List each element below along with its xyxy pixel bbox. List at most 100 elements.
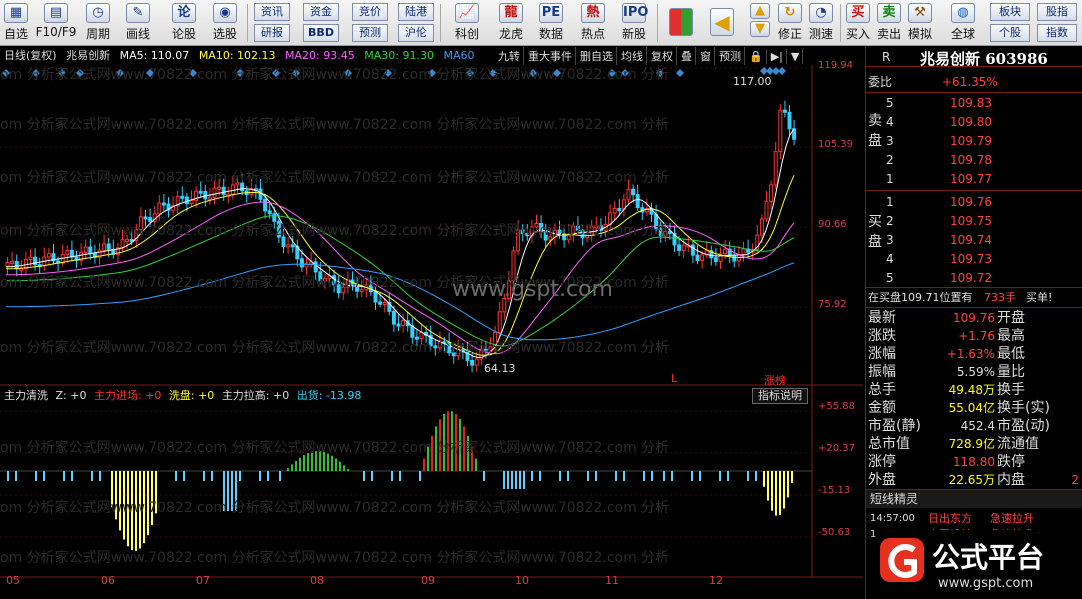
toolbar-global[interactable]: ◍ 全球 xyxy=(944,2,982,44)
candle-body xyxy=(396,323,401,327)
menu-fuquan[interactable]: 复权 xyxy=(648,47,677,65)
stat-row[interactable]: 总手 49.48万 换手 xyxy=(866,381,1082,399)
toolbar-draw[interactable]: ✎ 画线 xyxy=(120,2,156,44)
stat-row[interactable]: 外盘 22.65万 内盘 2 xyxy=(866,471,1082,489)
stat-row[interactable]: 总市值 728.9亿 流通值 xyxy=(866,435,1082,453)
sell-level-row[interactable]: 5 109.83 xyxy=(866,94,1082,112)
toolbar-colors[interactable] xyxy=(666,2,696,44)
toolbar-data[interactable]: PE 数据 xyxy=(533,2,569,44)
btn-lugang[interactable]: 陆港 xyxy=(398,3,434,21)
candle-body xyxy=(161,202,166,206)
sell-level-row[interactable]: 4 109.80 xyxy=(866,113,1082,131)
menu-predict[interactable]: 预测 xyxy=(716,47,745,65)
toolbar-pick[interactable]: ◉ 选股 xyxy=(207,2,243,44)
stat-value: 452.4 xyxy=(960,419,995,433)
watermark-text: 22.com 分析家公式网www.70822.com 分析家公式网www.708… xyxy=(0,339,669,356)
dragon-icon: 龍 xyxy=(499,3,523,23)
btn-zijin[interactable]: 资金 xyxy=(303,3,339,21)
candle-body xyxy=(313,261,318,273)
stat-label-2: 市盈(动) xyxy=(997,418,1050,434)
sell-icon: 卖 xyxy=(877,3,901,23)
month-label: 08 xyxy=(310,574,324,587)
btn-guzhi[interactable]: 股指 xyxy=(1037,3,1077,21)
toolbar-zixuan[interactable]: ▦ 自选 xyxy=(2,2,30,44)
btn-bankuai[interactable]: 板块 xyxy=(990,3,1030,21)
btn-yuce[interactable]: 预测 xyxy=(352,24,388,42)
toolbar-longhu[interactable]: 龍 龙虎 xyxy=(493,2,529,44)
toolbar-sell[interactable]: 卖 卖出 xyxy=(875,2,903,44)
indicator-help-button[interactable]: 指标说明 xyxy=(752,388,808,404)
buy-level-row[interactable]: 2 109.75 xyxy=(866,212,1082,230)
toolbar-speed[interactable]: ◔ 测速 xyxy=(807,2,835,44)
play-end-icon[interactable]: ▶| xyxy=(768,49,787,64)
indicator-header: 主力清洗 Z: +0 主力进场: +0 洗盘: +0 主力拉高: +0 出货: … xyxy=(4,389,365,403)
menu-window[interactable]: 窗 xyxy=(697,47,715,65)
watermark-text: 22.com 分析家公式网www.70822.com 分析家公式网www.708… xyxy=(0,116,669,133)
candle-body xyxy=(230,184,235,195)
toolbar-ipo[interactable]: IPO 新股 xyxy=(616,2,652,44)
dropdown-icon[interactable]: ▼ xyxy=(788,49,804,64)
toolbar-hot[interactable]: 熱 热点 xyxy=(575,2,611,44)
watermark-text: 22.com 分析家公式网www.70822.com 分析家公式网www.708… xyxy=(0,549,669,566)
menu-jiuzhuan[interactable]: 九转 xyxy=(495,47,524,65)
stat-row[interactable]: 市盈(静) 452.4 市盈(动) xyxy=(866,417,1082,435)
toolbar-period[interactable]: ◷ 周期 xyxy=(80,2,116,44)
menu-overlay[interactable]: 叠 xyxy=(678,47,696,65)
sell-level-row[interactable]: 1 109.77 xyxy=(866,170,1082,188)
btn-yanbao[interactable]: 研报 xyxy=(254,24,290,42)
btn-jingjia[interactable]: 竞价 xyxy=(352,3,388,21)
stat-row[interactable]: 涨幅 +1.63% 最低 xyxy=(866,345,1082,363)
level-price: 109.74 xyxy=(950,233,992,247)
toolbar-fix[interactable]: ↻ 修正 xyxy=(776,2,804,44)
candle-body xyxy=(120,239,125,249)
stat-value: 22.65万 xyxy=(948,473,995,487)
stat-row[interactable]: 振幅 5.59% 量比 xyxy=(866,363,1082,381)
candle-body xyxy=(221,186,226,196)
stat-row[interactable]: 最新 109.76 开盘 xyxy=(866,309,1082,327)
toolbar-f10[interactable]: ▤ F10/F9 xyxy=(34,2,78,44)
buy-level-row[interactable]: 3 109.74 xyxy=(866,231,1082,249)
event-marker-icon xyxy=(778,67,786,75)
toolbar-separator xyxy=(657,4,658,42)
ind-label-1: +55.88 xyxy=(818,401,856,412)
stat-row[interactable]: 涨停 118.80 跌停 xyxy=(866,453,1082,471)
toolbar-sim[interactable]: ⚒ 模拟 xyxy=(906,2,934,44)
toolbar-updown[interactable]: ▲ ▼ xyxy=(746,2,774,44)
sell-level-row[interactable]: 3 109.79 xyxy=(866,132,1082,150)
sell-level-row[interactable]: 2 109.78 xyxy=(866,151,1082,169)
btn-zixun[interactable]: 资讯 xyxy=(254,3,290,21)
toolbar-kechuang[interactable]: 📈 科创 xyxy=(449,2,485,44)
menu-del-favorite[interactable]: 删自选 xyxy=(577,47,617,65)
jingling-header[interactable]: 短线精灵 xyxy=(866,490,1082,508)
btn-zhishu[interactable]: 指数 xyxy=(1037,24,1077,42)
logo-url: www.gspt.com xyxy=(938,576,1034,591)
toolbar-back[interactable]: ◀ xyxy=(706,2,738,44)
stat-value: +1.76 xyxy=(958,329,995,343)
buy-level-row[interactable]: 1 109.76 xyxy=(866,193,1082,211)
candle-body xyxy=(635,194,640,209)
buy-level-row[interactable]: 5 109.72 xyxy=(866,269,1082,287)
menu-ma[interactable]: 均线 xyxy=(618,47,647,65)
price-label-1: 119.94 xyxy=(818,60,853,71)
candle-body xyxy=(759,218,764,236)
stat-row[interactable]: 涨跌 +1.76 最高 xyxy=(866,327,1082,345)
toolbar-buy[interactable]: 买 买入 xyxy=(844,2,872,44)
menu-events[interactable]: 重大事件 xyxy=(525,47,576,65)
high-mark: 117.00 xyxy=(733,75,772,88)
toolbar-discuss[interactable]: 论 论股 xyxy=(166,2,202,44)
btn-hulun[interactable]: 沪伦 xyxy=(398,24,434,42)
btn-gegu[interactable]: 个股 xyxy=(990,24,1030,42)
btn-bbd[interactable]: BBD xyxy=(303,24,339,42)
kline-chart-area[interactable]: 22.com 分析家公式网www.70822.com 分析家公式网www.708… xyxy=(0,47,863,599)
f10-icon: ▤ xyxy=(44,3,68,23)
candle-body xyxy=(787,111,792,130)
watermark-text: 22.com 分析家公式网www.70822.com 分析家公式网www.708… xyxy=(0,439,669,456)
stat-label-2: 跌停 xyxy=(997,454,1025,470)
stat-row[interactable]: 金额 55.04亿 换手(实) xyxy=(866,399,1082,417)
stat-value-2: 2 xyxy=(1071,473,1079,487)
event-marker-icon xyxy=(676,69,684,77)
lock-icon[interactable]: 🔒 xyxy=(746,49,767,64)
candle-body xyxy=(143,216,148,220)
zaimai-text: 在买盘109.71位置有 xyxy=(868,291,973,304)
buy-level-row[interactable]: 4 109.73 xyxy=(866,250,1082,268)
